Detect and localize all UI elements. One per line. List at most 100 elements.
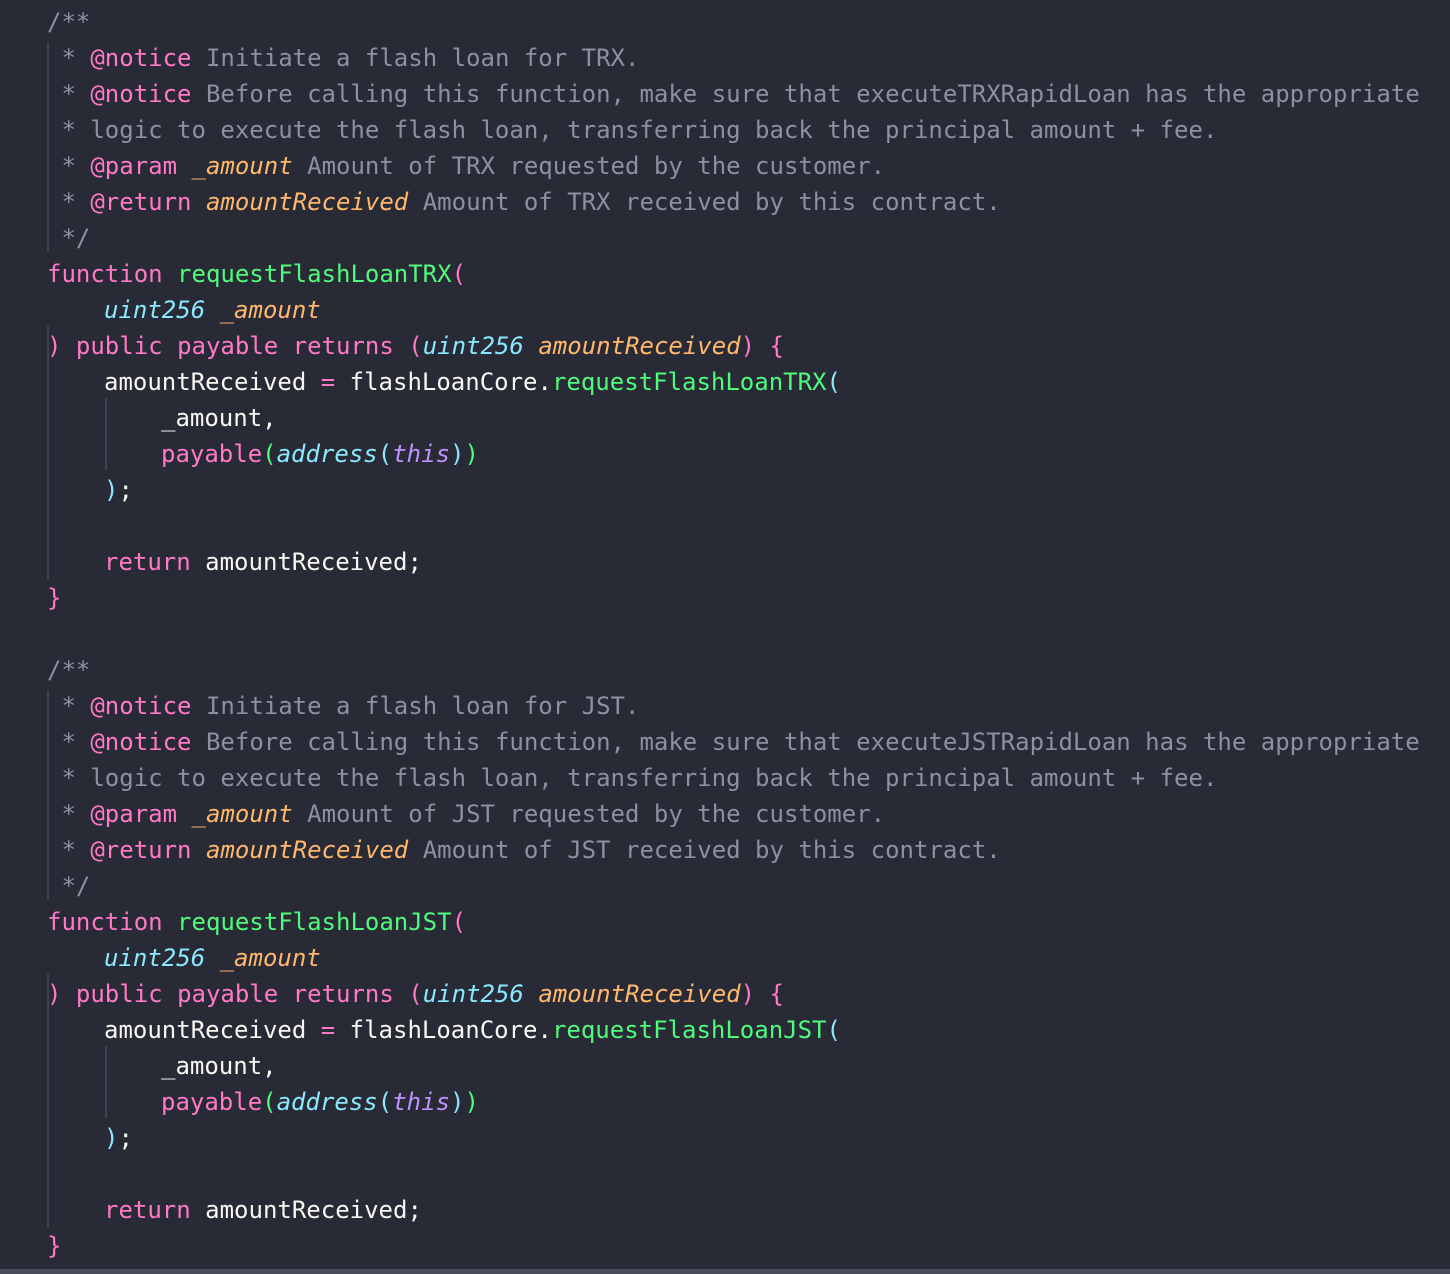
code-token: ) — [464, 440, 479, 468]
code-token: uint256 — [104, 296, 206, 324]
code-line: */ — [47, 220, 90, 256]
code-token: * — [47, 800, 91, 828]
code-token: Before calling this function, make sure … — [191, 728, 1420, 756]
horizontal-scrollbar[interactable] — [0, 1269, 1450, 1274]
code-token: ) — [104, 476, 119, 504]
code-token: payable — [161, 440, 263, 468]
code-token: _amount, — [161, 404, 277, 432]
code-token: * — [47, 152, 91, 180]
code-line: * @return amountReceived Amount of JST r… — [47, 832, 1001, 868]
code-token: uint256 — [422, 332, 524, 360]
code-line: * @notice Initiate a flash loan for TRX. — [47, 40, 639, 76]
indent-guide — [47, 974, 49, 1228]
code-token: @notice — [90, 692, 192, 720]
code-token: ) { — [740, 980, 784, 1008]
code-token: ( — [393, 980, 423, 1008]
code-token: return — [104, 1196, 191, 1224]
code-token: ) { — [740, 332, 784, 360]
code-token: function — [47, 908, 163, 936]
code-token: this — [392, 440, 451, 468]
code-token: * — [47, 728, 91, 756]
code-line: */ — [47, 868, 90, 904]
code-token: amountReceived — [205, 836, 409, 864]
code-token: flashLoanCore. — [349, 1016, 552, 1044]
code-token: * — [47, 692, 91, 720]
code-token: function — [47, 260, 163, 288]
code-token: ( — [826, 368, 841, 396]
code-token: @return — [90, 836, 192, 864]
code-token: _amount, — [161, 1052, 277, 1080]
code-token: ) — [450, 440, 465, 468]
code-token: ( — [451, 908, 467, 936]
code-line: } — [47, 1228, 61, 1264]
code-token: Before calling this function, make sure … — [191, 80, 1420, 108]
code-line: ) public payable returns (uint256 amount… — [47, 976, 784, 1012]
code-token: payable — [161, 1088, 263, 1116]
code-token: ( — [262, 1088, 277, 1116]
code-token: _amount — [219, 944, 321, 972]
code-token: _amount — [219, 296, 321, 324]
code-token: amountReceived; — [190, 548, 422, 576]
code-line: * @param _amount Amount of TRX requested… — [47, 148, 885, 184]
code-line: /** — [47, 652, 90, 688]
code-line: uint256 _amount — [104, 940, 321, 976]
code-token: ) — [47, 332, 76, 360]
code-token: uint256 — [422, 980, 524, 1008]
code-line: * @param _amount Amount of JST requested… — [47, 796, 885, 832]
code-line: _amount, — [161, 400, 277, 436]
code-token: * — [47, 836, 91, 864]
code-token: * — [47, 188, 91, 216]
code-token: * logic to execute the flash loan, trans… — [47, 116, 1218, 144]
code-token: @param — [90, 152, 178, 180]
code-token: ; — [118, 1124, 133, 1152]
code-token: Amount of JST received by this contract. — [408, 836, 1001, 864]
code-line: return amountReceived; — [104, 1192, 422, 1228]
code-line: * @notice Before calling this function, … — [47, 76, 1420, 112]
code-line: ) public payable returns (uint256 amount… — [47, 328, 784, 364]
code-token: ( — [377, 440, 393, 468]
code-token: * — [47, 80, 91, 108]
code-token: return — [104, 548, 191, 576]
code-token: * logic to execute the flash loan, trans… — [47, 764, 1218, 792]
code-token: ( — [826, 1016, 841, 1044]
code-line: * @notice Before calling this function, … — [47, 724, 1420, 760]
code-token: ) — [464, 1088, 479, 1116]
code-token: address — [276, 440, 378, 468]
code-line: ); — [104, 1120, 133, 1156]
code-line: } — [47, 580, 61, 616]
code-token: _amount — [191, 152, 293, 180]
code-editor[interactable]: /** * @notice Initiate a flash loan for … — [0, 0, 1450, 1274]
code-token: requestFlashLoanJST — [177, 908, 452, 936]
code-line: payable(address(this)) — [161, 1084, 479, 1120]
code-line: * logic to execute the flash loan, trans… — [47, 760, 1217, 796]
code-token: payable — [177, 980, 279, 1008]
code-token: public — [75, 332, 163, 360]
code-token: Initiate a flash loan for JST. — [191, 692, 640, 720]
code-token: @notice — [90, 44, 192, 72]
code-token: uint256 — [104, 944, 206, 972]
code-token: } — [47, 584, 62, 612]
code-line: return amountReceived; — [104, 544, 422, 580]
code-token: address — [276, 1088, 378, 1116]
indent-guide — [105, 1046, 107, 1118]
code-token: ) — [47, 980, 76, 1008]
code-line: * logic to execute the flash loan, trans… — [47, 112, 1217, 148]
code-token: * — [47, 44, 91, 72]
code-token: @param — [90, 800, 178, 828]
code-token: ) — [104, 1124, 119, 1152]
code-token: payable — [177, 332, 279, 360]
code-token: = — [306, 368, 350, 396]
code-token: amountReceived — [538, 980, 741, 1008]
code-token: this — [392, 1088, 451, 1116]
code-line: function requestFlashLoanJST( — [47, 904, 466, 940]
code-token: ) — [450, 1088, 465, 1116]
